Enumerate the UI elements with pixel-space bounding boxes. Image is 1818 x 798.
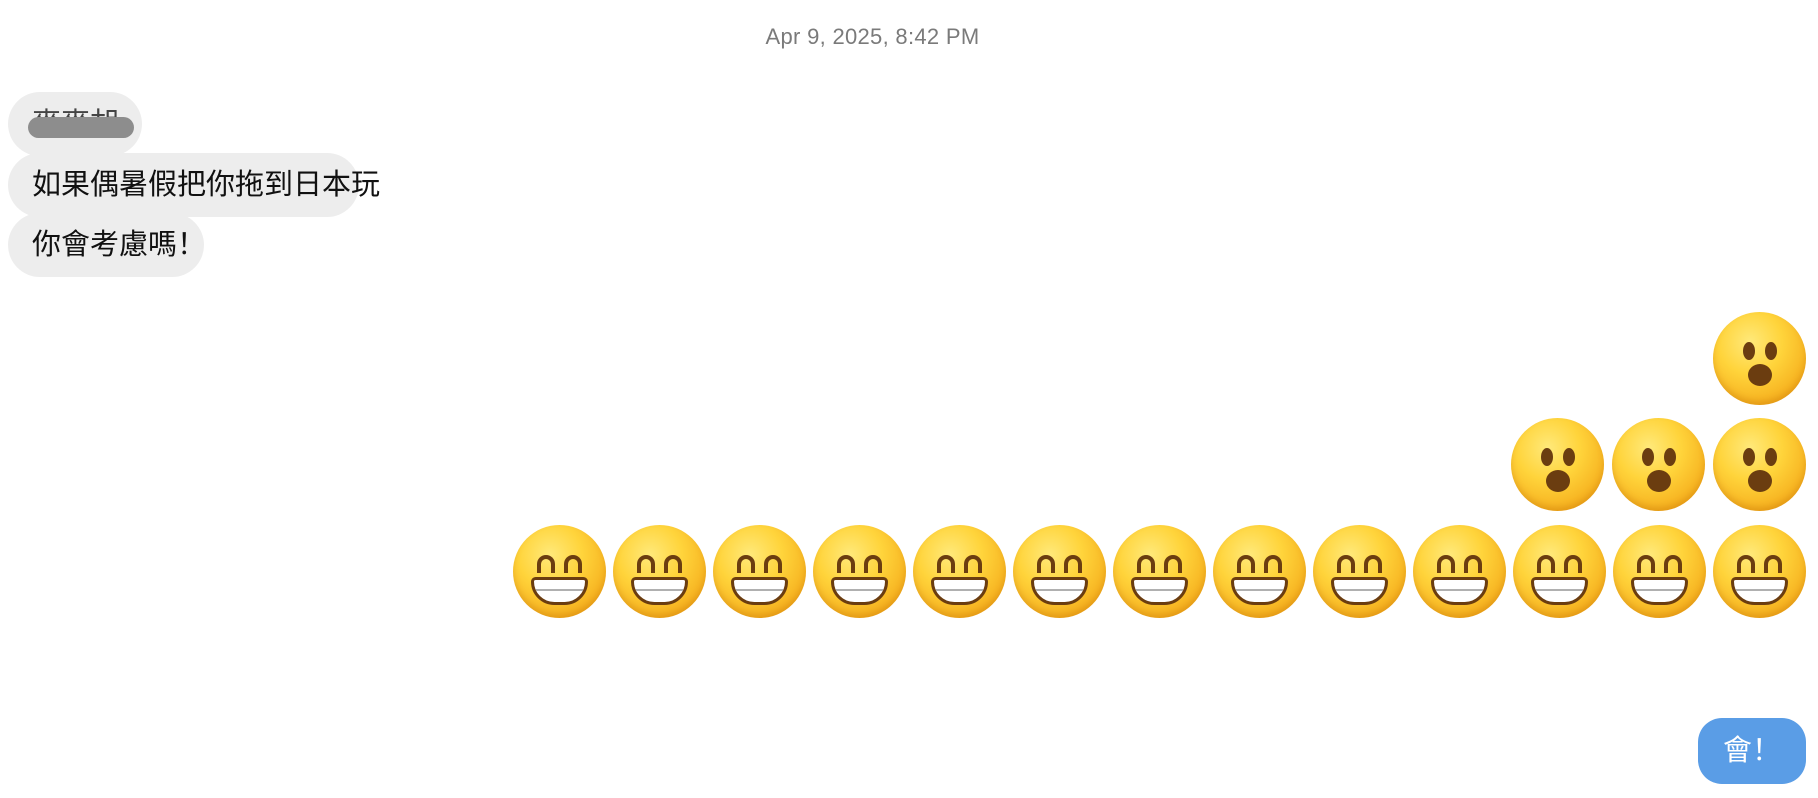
grinning-face-icon bbox=[1713, 525, 1806, 618]
received-message-2[interactable]: 如果偶暑假把你拖到日本玩 bbox=[8, 153, 380, 217]
sent-message[interactable]: 會！ bbox=[1698, 718, 1806, 784]
received-message-3[interactable]: 你會考慮嗎！ bbox=[8, 213, 207, 277]
received-message-text: 你會考慮嗎！ bbox=[32, 229, 207, 261]
redaction-bar bbox=[28, 117, 134, 138]
grinning-face-icon bbox=[713, 525, 806, 618]
received-message-text: 如果偶暑假把你拖到日本玩 bbox=[32, 169, 381, 201]
grinning-face-icon bbox=[613, 525, 706, 618]
grinning-face-icon bbox=[813, 525, 906, 618]
grinning-face-icon bbox=[913, 525, 1006, 618]
received-message-1[interactable]: 麥麥胡 bbox=[8, 92, 142, 156]
grinning-face-icon bbox=[1413, 525, 1506, 618]
grinning-face-icon bbox=[1613, 525, 1706, 618]
grinning-face-icon bbox=[1013, 525, 1106, 618]
hushed-face-icon bbox=[1612, 418, 1705, 511]
grinning-face-icon bbox=[1513, 525, 1606, 618]
hushed-face-icon bbox=[1713, 418, 1806, 511]
emoji-message-row-3[interactable] bbox=[513, 525, 1806, 618]
emoji-message-row-1[interactable] bbox=[1713, 312, 1806, 405]
grinning-face-icon bbox=[1113, 525, 1206, 618]
grinning-face-icon bbox=[1213, 525, 1306, 618]
grinning-face-icon bbox=[1313, 525, 1406, 618]
hushed-face-icon bbox=[1713, 312, 1806, 405]
sent-message-text: 會！ bbox=[1722, 735, 1781, 767]
message-timestamp: Apr 9, 2025, 8:42 PM bbox=[765, 24, 980, 49]
grinning-face-icon bbox=[513, 525, 606, 618]
hushed-face-icon bbox=[1511, 418, 1604, 511]
emoji-message-row-2[interactable] bbox=[1511, 418, 1806, 511]
